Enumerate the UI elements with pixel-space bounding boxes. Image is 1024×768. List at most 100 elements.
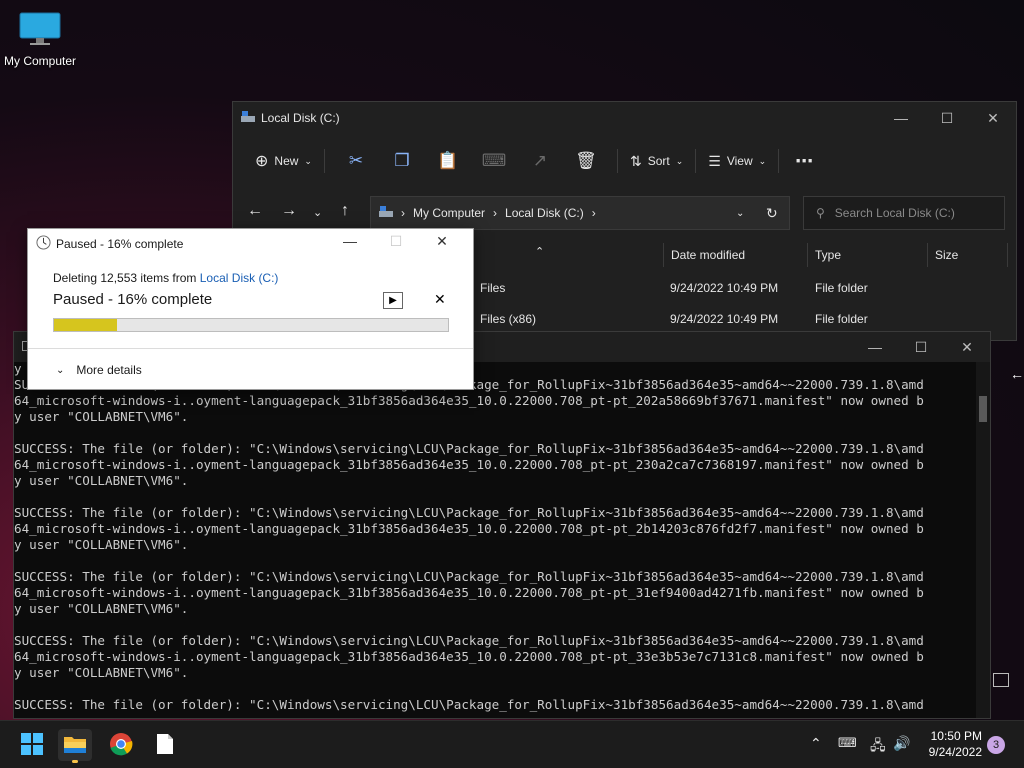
chevron-up-icon[interactable]: ⌃ (810, 735, 822, 752)
drive-icon (379, 205, 393, 221)
volume-icon[interactable]: 🔊 (893, 735, 910, 752)
desktop-icon-label: My Computer (3, 54, 77, 68)
network-icon[interactable]: 🖧 (870, 735, 886, 759)
column-date-modified[interactable]: Date modified (671, 248, 745, 262)
sort-ascending-icon: ⌃ (535, 246, 545, 258)
chrome-icon (109, 732, 133, 759)
taskbar-file-explorer[interactable] (58, 729, 92, 763)
file-date: 9/24/2022 10:49 PM (670, 312, 779, 326)
more-details-button[interactable]: ⌄ More details (56, 363, 142, 377)
document-icon (156, 733, 174, 758)
address-dropdown-icon[interactable]: ⌄ (736, 208, 744, 219)
chevron-right-icon: › (493, 206, 498, 220)
progress-status: Paused - 16% complete (53, 291, 213, 308)
console-output: y SUCCESS: The file (or folder): "C:\Win… (14, 361, 924, 712)
more-details-label: More details (76, 363, 142, 377)
file-type: File folder (815, 312, 868, 326)
scrollbar-thumb[interactable] (979, 396, 987, 422)
rename-button[interactable]: ⌨ (471, 145, 517, 177)
up-arrow-icon[interactable]: ↑ (341, 202, 349, 220)
share-button[interactable]: ↗ (517, 145, 563, 177)
progress-bar (53, 318, 449, 332)
minimize-button[interactable]: — (852, 332, 898, 362)
play-icon: ▶ (389, 295, 397, 306)
column-size[interactable]: Size (935, 248, 958, 262)
clock-time: 10:50 PM (930, 729, 982, 743)
paste-button[interactable]: 📋 (425, 145, 471, 177)
delete-button[interactable]: 🗑 (563, 145, 609, 177)
copy-icon: ❐ (394, 151, 410, 170)
start-button[interactable] (15, 729, 49, 761)
ellipsis-icon: ⋯ (795, 150, 814, 171)
explorer-title: Local Disk (C:) (261, 111, 340, 125)
view-list-icon: ☰ (708, 152, 721, 169)
drive-icon (241, 111, 255, 126)
copy-button[interactable]: ❐ (379, 145, 425, 177)
recent-chevron-icon[interactable]: ⌄ (313, 206, 322, 219)
source-link[interactable]: Local Disk (C:) (200, 271, 279, 285)
minimize-button[interactable]: — (878, 102, 924, 134)
delete-progress-dialog: Paused - 16% complete — ☐ ✕ Deleting 12,… (27, 228, 474, 390)
search-box[interactable]: ⚲ Search Local Disk (C:) (803, 196, 1005, 230)
search-icon: ⚲ (816, 206, 825, 220)
maximize-button[interactable]: ☐ (924, 102, 970, 134)
column-type[interactable]: Type (815, 248, 841, 262)
close-button[interactable]: ✕ (970, 102, 1016, 134)
chevron-down-icon: ⌄ (56, 364, 65, 376)
address-bar[interactable]: › My Computer › Local Disk (C:) › ⌄ ↻ (370, 196, 790, 230)
minimize-button[interactable]: — (327, 233, 373, 250)
chevron-down-icon: ⌄ (675, 155, 684, 166)
clock[interactable]: 10:50 PM 9/24/2022 (918, 728, 982, 760)
resize-arrow-icon: ← (1010, 366, 1024, 382)
console-view-icon (993, 673, 1009, 687)
refresh-icon[interactable]: ↻ (766, 205, 778, 222)
close-button[interactable]: ✕ (419, 233, 465, 250)
resume-button[interactable]: ▶ (383, 292, 403, 309)
explorer-titlebar: Local Disk (C:) — ☐ ✕ (233, 102, 1016, 134)
deleting-summary: Deleting 12,553 items from Local Disk (C… (53, 271, 278, 285)
forward-arrow-icon[interactable]: → (281, 202, 297, 220)
progress-bar-fill (54, 319, 118, 331)
more-options-button[interactable]: ⋯ (787, 145, 821, 177)
view-label: View (726, 154, 753, 168)
plus-circle-icon: ⊕ (255, 153, 269, 170)
windows-logo-icon (21, 732, 43, 758)
chevron-right-icon: › (591, 206, 596, 220)
new-label: New (274, 154, 299, 168)
search-placeholder: Search Local Disk (C:) (834, 206, 955, 220)
file-date: 9/24/2022 10:49 PM (670, 281, 779, 295)
cancel-button[interactable]: ✕ (434, 291, 446, 308)
sort-label: Sort (647, 154, 670, 168)
navigation-bar: ← → ⌄ ↑ › My Computer › Local Disk (C:) … (233, 196, 1016, 232)
breadcrumb-current[interactable]: Local Disk (C:) (505, 206, 584, 220)
scissors-icon: ✂ (348, 151, 364, 170)
new-button[interactable]: ⊕ New ⌄ (251, 145, 316, 177)
sort-button[interactable]: ⇅ Sort ⌄ (626, 145, 687, 177)
keyboard-icon[interactable]: ⌨ (838, 735, 857, 751)
back-arrow-icon[interactable]: ← (247, 202, 263, 220)
chevron-down-icon: ⌄ (758, 155, 767, 166)
notification-badge[interactable]: 3 (987, 736, 1005, 754)
taskbar-notepad[interactable] (148, 729, 182, 761)
desktop-icon-my-computer[interactable]: My Computer (0, 6, 80, 68)
file-type: File folder (815, 281, 868, 295)
chevron-right-icon: › (401, 206, 405, 220)
view-button[interactable]: ☰ View ⌄ (704, 145, 770, 177)
chevron-down-icon: ⌄ (304, 155, 312, 166)
close-icon: ✕ (434, 291, 446, 307)
share-icon: ↗ (532, 151, 548, 170)
folder-icon (63, 734, 87, 757)
maximize-button[interactable]: ☐ (898, 332, 944, 362)
cut-button[interactable]: ✂ (333, 145, 379, 177)
console-scrollbar[interactable] (976, 362, 990, 718)
command-bar: ⊕ New ⌄ ✂ ❐ 📋 ⌨ ↗ 🗑 ⇅ Sort ⌄ ☰ View ⌄ ⋯ (233, 142, 1016, 180)
close-button[interactable]: ✕ (944, 332, 990, 362)
clipboard-icon: 📋 (437, 151, 459, 170)
breadcrumb-root[interactable]: My Computer (413, 206, 485, 220)
deleting-text: Deleting 12,553 items from (53, 271, 197, 285)
taskbar-chrome[interactable] (104, 729, 138, 761)
clock-icon (36, 235, 51, 253)
file-name: Files (x86) (480, 312, 537, 326)
rename-icon: ⌨ (481, 151, 507, 170)
file-name: Files (480, 281, 506, 295)
